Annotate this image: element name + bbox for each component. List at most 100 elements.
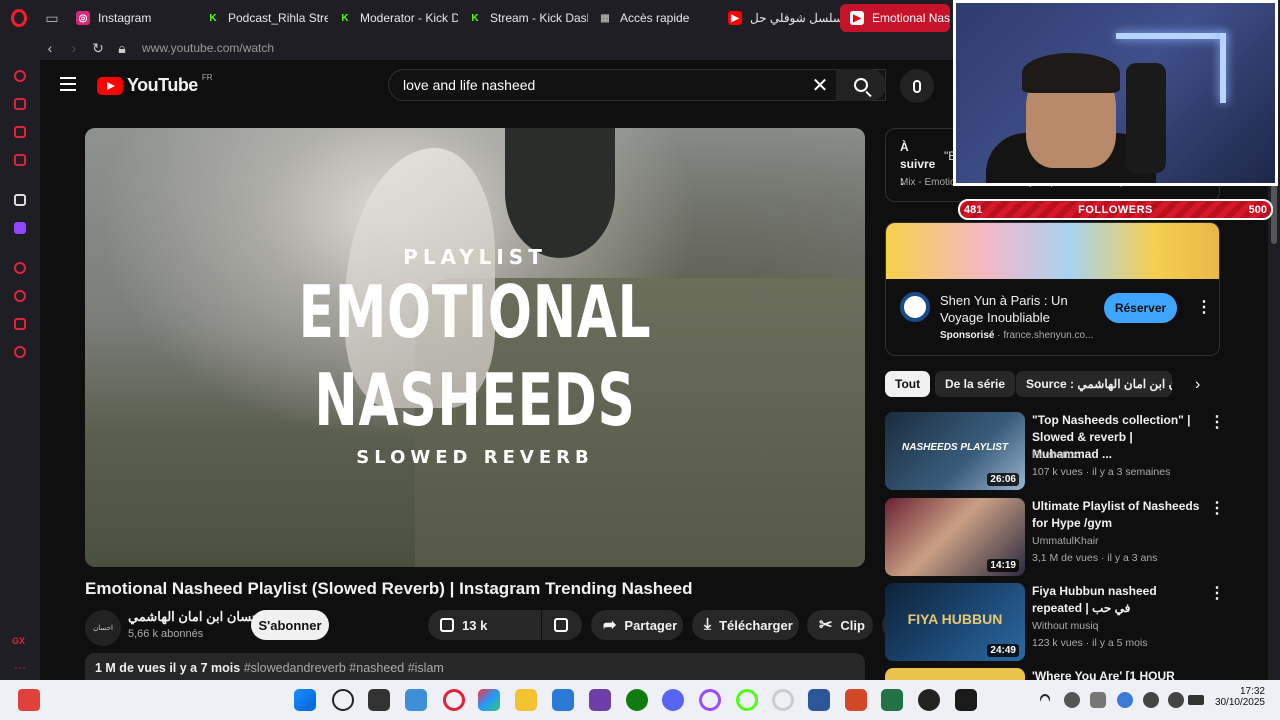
reload-icon[interactable]: ↻: [86, 36, 110, 60]
forward-icon[interactable]: ›: [62, 36, 86, 60]
related-video-title[interactable]: Fiya Hubbun nasheed repeated | في حب: [1032, 583, 1202, 617]
video-menu-icon[interactable]: ⋮: [1209, 498, 1225, 518]
start-icon[interactable]: [294, 689, 316, 711]
settings-icon[interactable]: [0, 338, 40, 366]
clip-button[interactable]: ✂ Clip: [807, 610, 873, 640]
video-thumbnail[interactable]: 14:19: [885, 498, 1025, 576]
obs-icon[interactable]: [918, 689, 940, 711]
menu-icon[interactable]: [60, 77, 76, 91]
related-video-channel[interactable]: UmmatulKhair: [1032, 535, 1099, 547]
ad-menu-icon[interactable]: ⋮: [1196, 297, 1212, 317]
tray-app-icon[interactable]: [1064, 692, 1080, 708]
history-icon[interactable]: [0, 282, 40, 310]
related-video-channel[interactable]: Without musiq: [1032, 620, 1099, 632]
tab-island-icon[interactable]: ▭: [38, 0, 66, 36]
browser-icon[interactable]: [772, 689, 794, 711]
like-button[interactable]: 13 k: [428, 610, 541, 640]
chip-all[interactable]: Tout: [885, 371, 931, 397]
opera-gx-green-icon[interactable]: [736, 689, 758, 711]
store-icon[interactable]: [552, 689, 574, 711]
player-icon[interactable]: [0, 118, 40, 146]
aria-icon[interactable]: [0, 62, 40, 90]
tab-speed-dial[interactable]: ▦ Accès rapide: [588, 4, 718, 32]
video-thumbnail[interactable]: [885, 668, 1025, 680]
chips-next-icon[interactable]: ›: [1195, 376, 1200, 394]
tray-speaker-icon[interactable]: [1168, 692, 1184, 708]
voice-search-button[interactable]: [900, 69, 934, 103]
related-video[interactable]: FIYA HUBBUN 24:49 Fiya Hubbun nasheed re…: [885, 583, 1225, 661]
video-player[interactable]: PLAYLIST EMOTIONAL NASHEEDS SLOWED REVER…: [85, 128, 865, 567]
tray-chevron-icon[interactable]: [1037, 691, 1053, 707]
opera-icon[interactable]: [699, 689, 721, 711]
more-icon[interactable]: ···: [14, 660, 26, 674]
related-video-title[interactable]: Ultimate Playlist of Nasheeds for Hype /…: [1032, 498, 1202, 532]
opera-logo-icon[interactable]: [0, 0, 38, 36]
word-icon[interactable]: [808, 689, 830, 711]
hashtags[interactable]: #slowedandreverb #nasheed #islam: [244, 661, 444, 675]
xbox-icon[interactable]: [626, 689, 648, 711]
chip-series[interactable]: De la série: [935, 371, 1016, 397]
screen: ▭ ◎ Instagram K Podcast_Rihla Strea K Mo…: [0, 0, 1280, 720]
player-circle-icon[interactable]: [0, 254, 40, 282]
widgets-icon[interactable]: [18, 689, 40, 711]
copilot-icon[interactable]: [478, 689, 500, 711]
tab-kick-moderator[interactable]: K Moderator - Kick D: [328, 4, 458, 32]
tab-kick-stream[interactable]: K Stream - Kick Dash: [458, 4, 588, 32]
url-field[interactable]: www.youtube.com/watch: [142, 41, 274, 55]
messenger-icon[interactable]: [0, 146, 40, 174]
youtube-logo[interactable]: YouTube FR: [97, 73, 213, 96]
video-menu-icon[interactable]: ⋮: [1209, 583, 1225, 603]
gx-corner-icon[interactable]: [0, 90, 40, 118]
clear-search-icon[interactable]: ✕: [808, 73, 832, 97]
video-thumbnail[interactable]: NASHEEDS PLAYLIST 26:06: [885, 412, 1025, 490]
tray-mic-icon[interactable]: [1117, 692, 1133, 708]
wifi-icon[interactable]: [1144, 692, 1160, 708]
tab-kick-podcast[interactable]: K Podcast_Rihla Strea: [196, 4, 328, 32]
channel-name[interactable]: احسان ابن امان الهاشمي: [128, 609, 264, 625]
followers-goal-bar: 481 FOLLOWERS 500: [958, 199, 1273, 220]
twitch-icon[interactable]: [0, 214, 40, 242]
followers-current: 481: [964, 203, 983, 216]
description-box[interactable]: 1 M de vues il y a 7 mois #slowedandreve…: [85, 653, 865, 680]
mic-icon: [913, 79, 921, 93]
dislike-button[interactable]: [542, 610, 582, 640]
video-menu-icon[interactable]: ⋮: [1209, 412, 1225, 432]
related-video[interactable]: 'Where You Are' [1 HOUR: [885, 668, 1225, 680]
video-thumbnail[interactable]: FIYA HUBBUN 24:49: [885, 583, 1025, 661]
excel-icon[interactable]: [881, 689, 903, 711]
extensions-icon[interactable]: [0, 310, 40, 338]
tab-instagram[interactable]: ◎ Instagram: [66, 4, 196, 32]
share-button[interactable]: ➦ Partager: [591, 610, 683, 640]
channel-avatar[interactable]: احسان: [85, 610, 121, 646]
file-explorer-icon[interactable]: [515, 689, 537, 711]
ad-title[interactable]: Shen Yun à Paris : Un Voyage Inoubliable: [940, 292, 1090, 326]
related-video[interactable]: NASHEEDS PLAYLIST 26:06 "Top Nasheeds co…: [885, 412, 1225, 490]
video-duration: 26:06: [987, 473, 1019, 486]
opera-gx-taskbar-icon[interactable]: [443, 689, 465, 711]
chip-source[interactable]: Source : احسان ابن امان الهاشمي: [1016, 371, 1172, 397]
back-icon[interactable]: ‹: [38, 36, 62, 60]
search-button[interactable]: [836, 69, 886, 101]
download-button[interactable]: ⤓ Télécharger: [692, 610, 799, 640]
photos-icon[interactable]: [405, 689, 427, 711]
search-taskbar-icon[interactable]: [332, 689, 354, 711]
app-icon[interactable]: [589, 689, 611, 711]
battery-icon[interactable]: [1188, 695, 1204, 705]
tab-youtube-series[interactable]: ▶ مسلسل شوفلي حل -: [718, 4, 840, 32]
clock[interactable]: 17:32 30/10/2025: [1210, 686, 1265, 708]
subscribe-button[interactable]: S'abonner: [251, 610, 329, 640]
task-view-icon[interactable]: [368, 689, 390, 711]
ad-book-button[interactable]: Réserver: [1104, 293, 1177, 323]
tray-sync-icon[interactable]: [1090, 692, 1106, 708]
discord-icon[interactable]: [662, 689, 684, 711]
kick-sidebar-icon[interactable]: [0, 186, 40, 214]
sponsored-ad[interactable]: Shen Yun à Paris : Un Voyage Inoubliable…: [885, 222, 1220, 356]
ad-banner-image[interactable]: [886, 223, 1219, 279]
tab-youtube-active[interactable]: ▶ Emotional Nas: [840, 4, 950, 32]
related-video-channel[interactable]: Reebsticx: [1032, 449, 1078, 461]
powerpoint-icon[interactable]: [845, 689, 867, 711]
related-video-title[interactable]: 'Where You Are' [1 HOUR: [1032, 668, 1202, 680]
streaming-app-icon[interactable]: [955, 689, 977, 711]
related-video[interactable]: 14:19 Ultimate Playlist of Nasheeds for …: [885, 498, 1225, 576]
view-count-date: 1 M de vues il y a 7 mois: [95, 661, 241, 675]
